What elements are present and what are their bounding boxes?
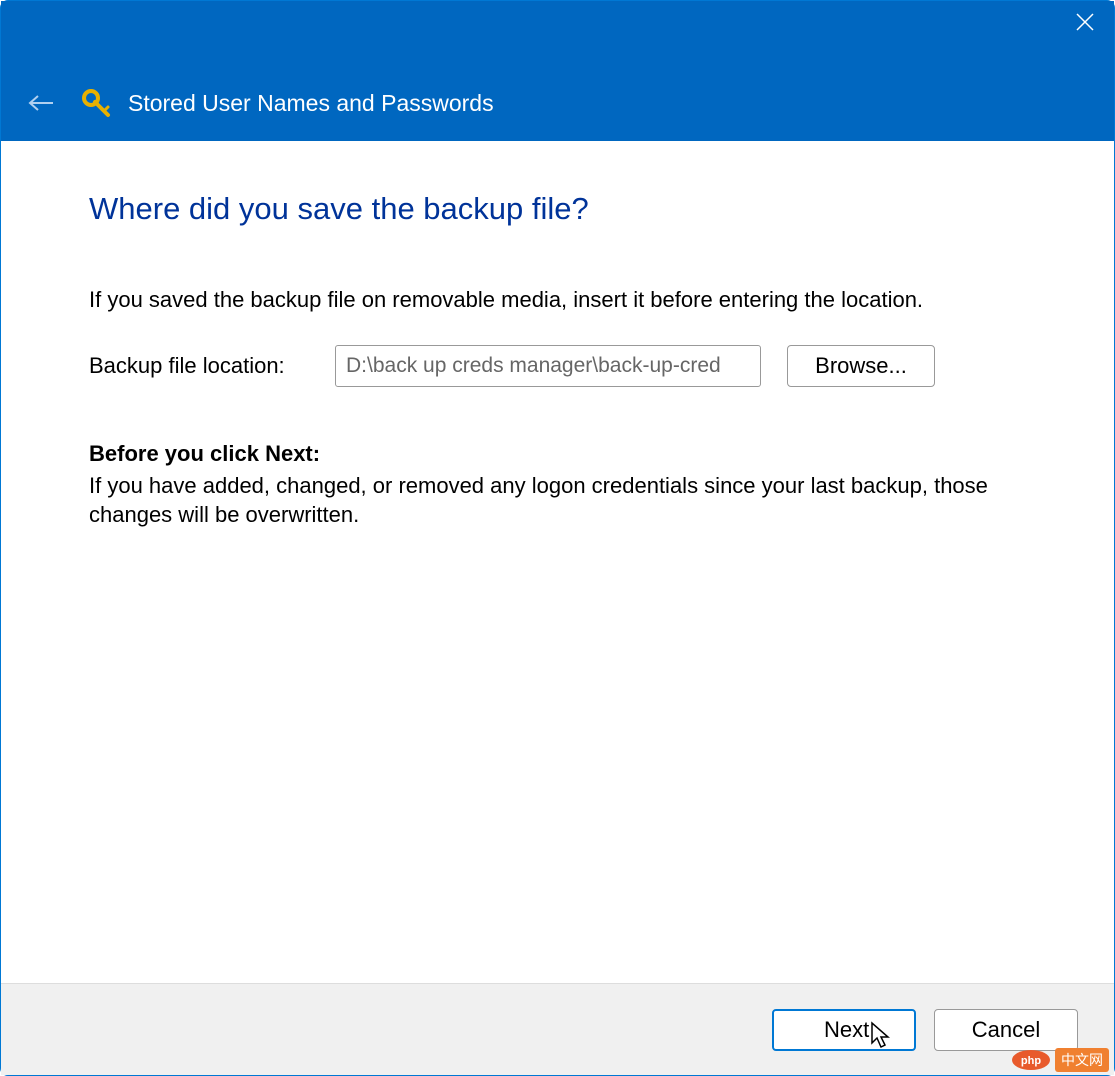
browse-button[interactable]: Browse...: [787, 345, 935, 387]
back-arrow-icon: [28, 94, 54, 112]
content-area: Where did you save the backup file? If y…: [1, 141, 1114, 983]
header-bar: Stored User Names and Passwords: [1, 65, 1114, 141]
next-button-label: Next: [824, 1017, 869, 1042]
watermark-logo-icon: php: [1011, 1049, 1051, 1071]
footer-bar: Next Cancel: [1, 983, 1114, 1075]
watermark: php 中文网: [1011, 1048, 1109, 1072]
key-icon: [80, 87, 112, 119]
before-next-heading: Before you click Next:: [89, 441, 1026, 467]
watermark-text: 中文网: [1055, 1048, 1109, 1072]
close-button[interactable]: [1056, 1, 1114, 43]
before-next-text: If you have added, changed, or removed a…: [89, 471, 1026, 530]
svg-text:php: php: [1021, 1055, 1041, 1067]
location-label: Backup file location:: [89, 353, 309, 379]
location-input[interactable]: [335, 345, 761, 387]
header-title: Stored User Names and Passwords: [128, 90, 494, 117]
cursor-icon: [870, 1021, 892, 1049]
location-row: Backup file location: Browse...: [89, 345, 1026, 387]
cancel-button[interactable]: Cancel: [934, 1009, 1078, 1051]
title-bar: [1, 1, 1114, 65]
back-button[interactable]: [26, 88, 56, 118]
page-heading: Where did you save the backup file?: [89, 191, 1026, 227]
next-button[interactable]: Next: [772, 1009, 916, 1051]
close-icon: [1076, 13, 1094, 31]
instruction-text: If you saved the backup file on removabl…: [89, 285, 1026, 315]
